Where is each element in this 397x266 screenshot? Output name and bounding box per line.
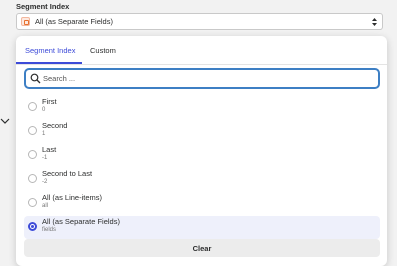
option-label: Last [42,145,57,154]
segment-index-select[interactable]: All (as Separate Fields) [16,13,383,30]
search-box[interactable] [24,68,380,89]
chevron-down-icon[interactable] [0,116,10,126]
option-second[interactable]: Second 1 [24,120,380,143]
segment-dropdown-popup: Segment Index Custom First 0 Second 1 La… [16,36,387,266]
search-input[interactable] [43,72,363,85]
radio-button-checked[interactable] [28,222,37,231]
option-first[interactable]: First 0 [24,96,380,119]
option-last[interactable]: Last -1 [24,144,380,167]
option-all-line-items[interactable]: All (as Line-items) all [24,192,380,215]
select-value: All (as Separate Fields) [35,17,113,26]
tab-segment-index[interactable]: Segment Index [25,46,75,55]
option-value: all [42,203,49,209]
radio-button[interactable] [28,174,37,183]
clear-button[interactable]: Clear [24,239,380,257]
option-value: -1 [42,155,48,161]
radio-button[interactable] [28,198,37,207]
field-label: Segment Index [16,2,70,11]
formatter-app-icon [21,17,30,26]
option-label: Second [42,121,68,130]
radio-button[interactable] [28,126,37,135]
option-second-to-last[interactable]: Second to Last -2 [24,168,380,191]
tab-divider [16,64,387,65]
option-label: Second to Last [42,169,93,178]
option-value: 0 [42,107,46,113]
option-value: fields [42,227,57,233]
sort-arrows-icon [372,18,377,26]
option-label: All (as Line-items) [42,193,103,202]
option-value: 1 [42,131,46,137]
option-label: First [42,97,57,106]
option-all-separate-fields[interactable]: All (as Separate Fields) fields [24,216,380,239]
option-label: All (as Separate Fields) [42,217,120,226]
radio-button[interactable] [28,150,37,159]
search-icon [30,73,41,84]
option-value: -2 [42,179,48,185]
tab-custom[interactable]: Custom [90,46,116,55]
radio-button[interactable] [28,102,37,111]
